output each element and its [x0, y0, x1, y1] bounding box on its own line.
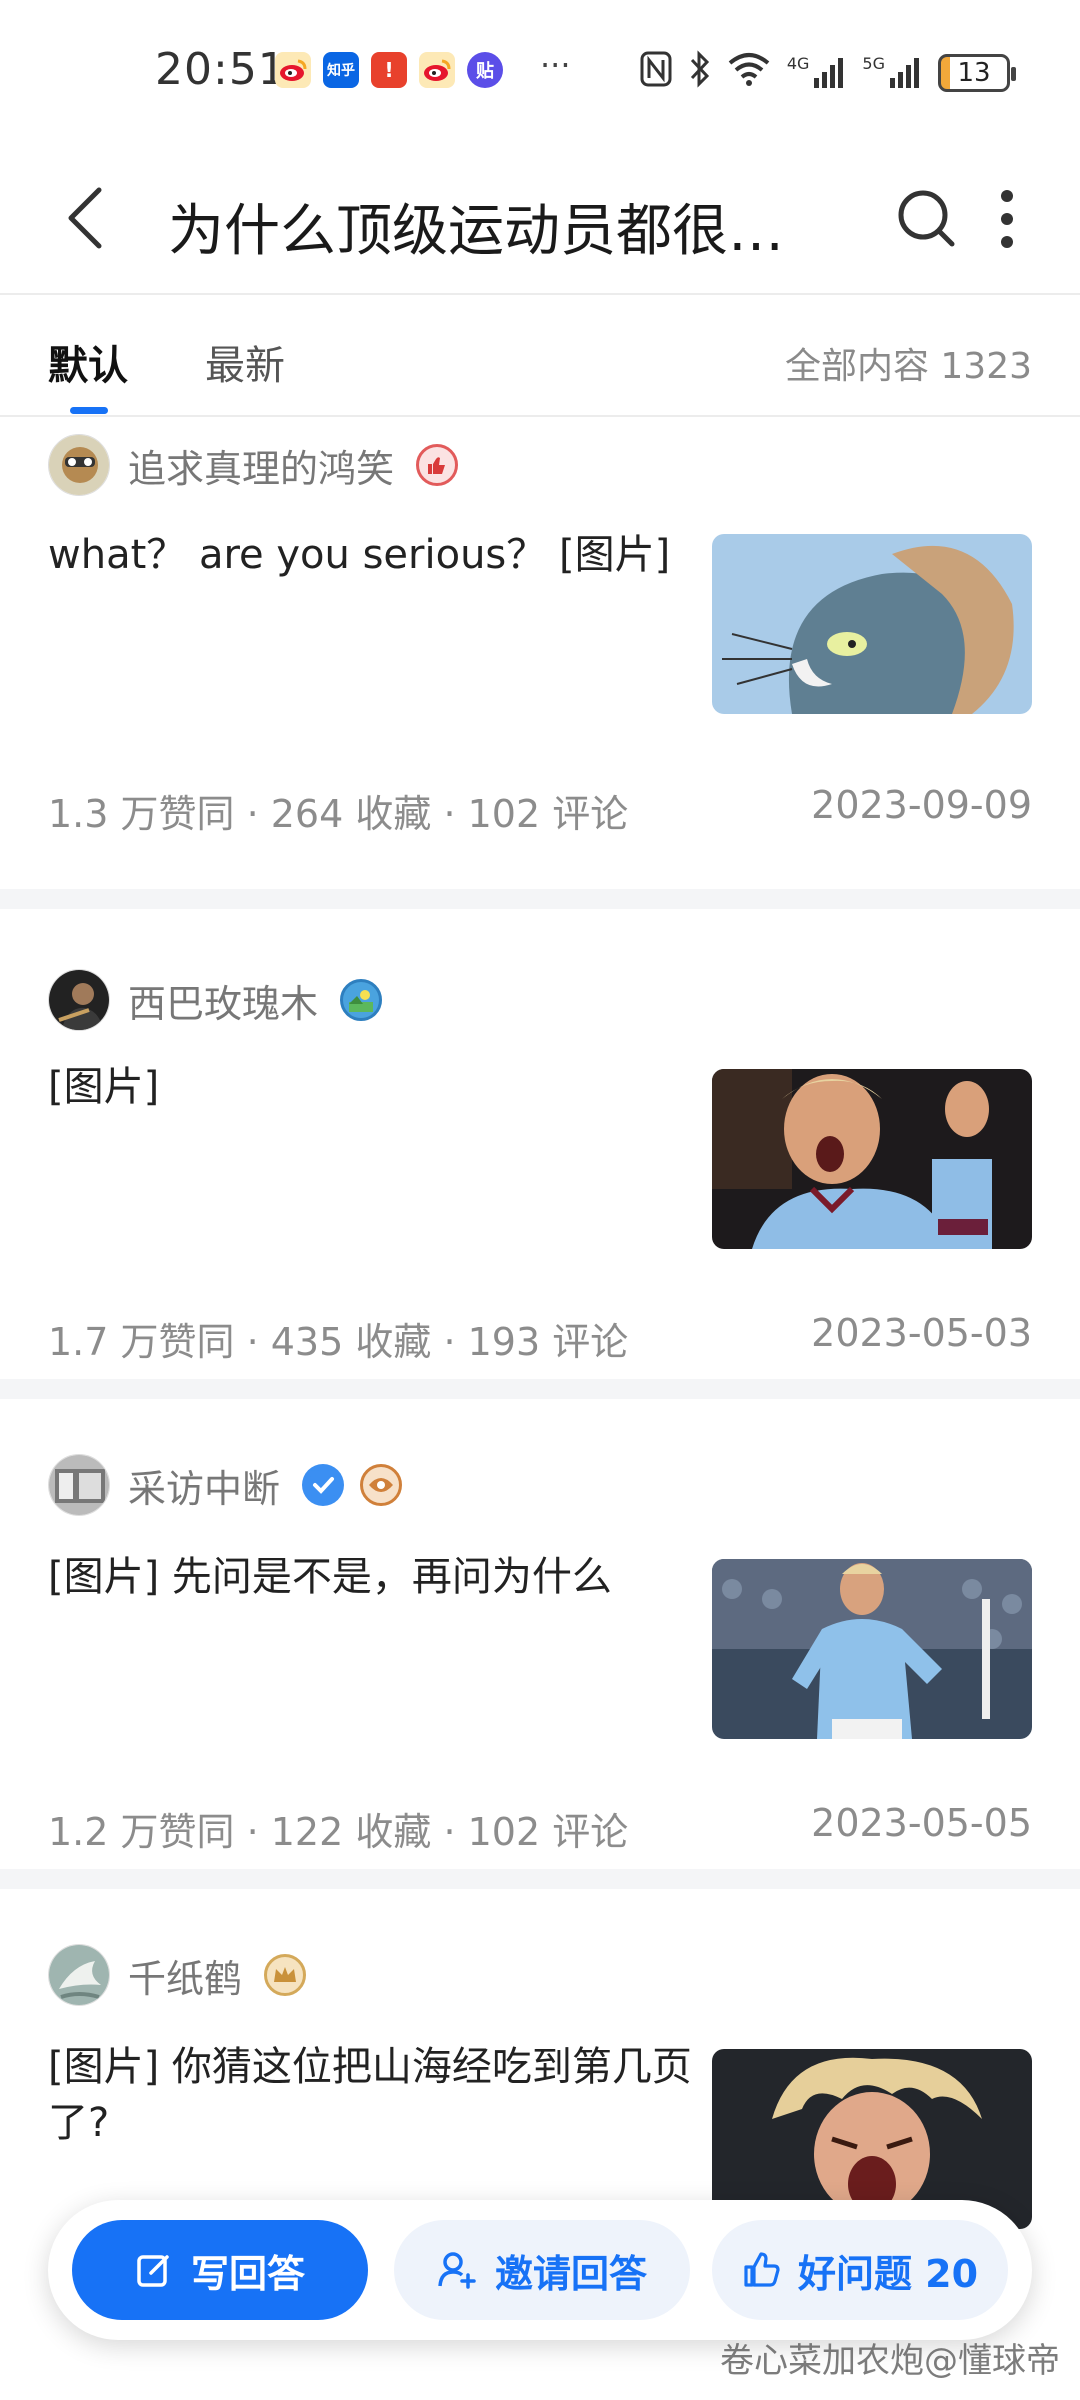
more-vertical-icon [1001, 190, 1013, 248]
eye-badge-icon [360, 1464, 403, 1506]
cartoon-cat-meme-image[interactable] [712, 534, 1032, 714]
answer-card[interactable]: 采访中断 [图片] 先问是不是，再问为什么 1.2 万赞同 · 122 收藏 ·… [0, 1399, 1080, 1869]
write-answer-button[interactable]: 写回答 [72, 2220, 368, 2320]
active-tab-indicator [70, 407, 108, 414]
wifi-icon [727, 51, 771, 95]
answer-list: 追求真理的鸿笑 what？ are you serious？ [图片] 1.3 … [0, 419, 1080, 2359]
title-bar: 为什么顶级运动员都很… [0, 150, 1080, 295]
footballer-shouting-image[interactable] [712, 1559, 1032, 1739]
author-row[interactable]: 西巴玫瑰木 [48, 969, 383, 1031]
author-name[interactable]: 追求真理的鸿笑 [128, 438, 394, 493]
write-answer-label: 写回答 [190, 2251, 305, 2296]
status-bar: 20:51 知乎 ! 贴 ··· 4G 5G 13 [0, 0, 1080, 140]
bottom-action-bar: 写回答 邀请回答 好问题 20 [48, 2200, 1032, 2340]
avatar[interactable] [48, 969, 110, 1031]
system-icons: 4G 5G 13 [639, 50, 1016, 96]
search-button[interactable] [892, 184, 962, 254]
invite-answer-button[interactable]: 邀请回答 [394, 2220, 690, 2320]
nfc-icon [639, 50, 673, 96]
answer-date: 2023-05-05 [811, 1801, 1032, 1845]
notification-icon: ! [371, 52, 407, 88]
author-name[interactable]: 千纸鹤 [128, 1948, 242, 2003]
landscape-badge-icon [340, 979, 383, 1021]
page-title[interactable]: 为什么顶级运动员都很… [168, 186, 828, 267]
footballer-celebrating-image[interactable] [712, 1069, 1032, 1249]
signal-4g-icon: 4G [787, 56, 847, 90]
answer-card[interactable]: 西巴玫瑰木 [图片] 1.7 万赞同 · 435 收藏 · 193 评论 202… [0, 909, 1080, 1379]
notification-icons: 知乎 ! 贴 [275, 52, 503, 88]
edit-icon [137, 2255, 169, 2287]
good-question-label: 好问题 20 [797, 2251, 979, 2296]
card-separator [0, 1379, 1080, 1399]
answer-excerpt[interactable]: what？ are you serious？ [图片] [48, 527, 698, 583]
thumbs-up-badge-icon [416, 444, 459, 486]
back-arrow-icon [68, 187, 102, 249]
thumbs-up-icon [744, 2252, 780, 2287]
status-overflow: ··· [540, 46, 571, 84]
more-options-button[interactable] [982, 184, 1032, 254]
tieba-icon: 贴 [467, 52, 503, 88]
answer-date: 2023-05-03 [811, 1311, 1032, 1355]
battery-icon: 13 [938, 54, 1016, 92]
battery-level: 13 [957, 58, 991, 88]
author-row[interactable]: 千纸鹤 [48, 1944, 307, 2006]
author-name[interactable]: 西巴玫瑰木 [128, 973, 318, 1028]
author-row[interactable]: 采访中断 [48, 1454, 403, 1516]
zhihu-icon: 知乎 [323, 52, 359, 88]
answer-card[interactable]: 追求真理的鸿笑 what？ are you serious？ [图片] 1.3 … [0, 419, 1080, 889]
sort-tabs: 默认 最新 全部内容 1323 [0, 297, 1080, 417]
tab-default[interactable]: 默认 [48, 333, 128, 391]
author-row[interactable]: 追求真理的鸿笑 [48, 434, 459, 496]
crown-badge-icon [264, 1954, 307, 1996]
watermark: 卷心菜加农炮@懂球帝 [720, 2341, 1060, 2381]
author-name[interactable]: 采访中断 [128, 1458, 280, 1513]
avatar[interactable] [48, 434, 110, 496]
good-question-button[interactable]: 好问题 20 [712, 2220, 1008, 2320]
search-icon [898, 190, 955, 247]
weibo-icon [275, 52, 311, 88]
answer-stats: 1.3 万赞同 · 264 收藏 · 102 评论 [48, 792, 629, 836]
add-user-icon [438, 2252, 476, 2289]
card-separator [0, 889, 1080, 909]
tab-newest[interactable]: 最新 [205, 333, 285, 391]
answer-stats: 1.2 万赞同 · 122 收藏 · 102 评论 [48, 1810, 629, 1854]
answer-excerpt[interactable]: [图片] 你猜这位把山海经吃到第几页了? [48, 2039, 698, 2151]
answer-stats: 1.7 万赞同 · 435 收藏 · 193 评论 [48, 1320, 629, 1364]
weibo-icon [419, 52, 455, 88]
verified-badge-icon [302, 1464, 345, 1506]
avatar[interactable] [48, 1454, 110, 1516]
total-content-count: 全部内容 1323 [784, 346, 1032, 387]
back-button[interactable] [55, 178, 115, 258]
avatar[interactable] [48, 1944, 110, 2006]
card-separator [0, 1869, 1080, 1889]
answer-date: 2023-09-09 [811, 783, 1032, 827]
signal-5g-icon: 5G [862, 56, 922, 90]
status-time: 20:51 [155, 44, 287, 95]
invite-answer-label: 邀请回答 [494, 2251, 647, 2296]
answer-excerpt[interactable]: [图片] [48, 1059, 698, 1115]
answer-excerpt[interactable]: [图片] 先问是不是，再问为什么 [48, 1549, 698, 1605]
bluetooth-icon [689, 50, 711, 96]
